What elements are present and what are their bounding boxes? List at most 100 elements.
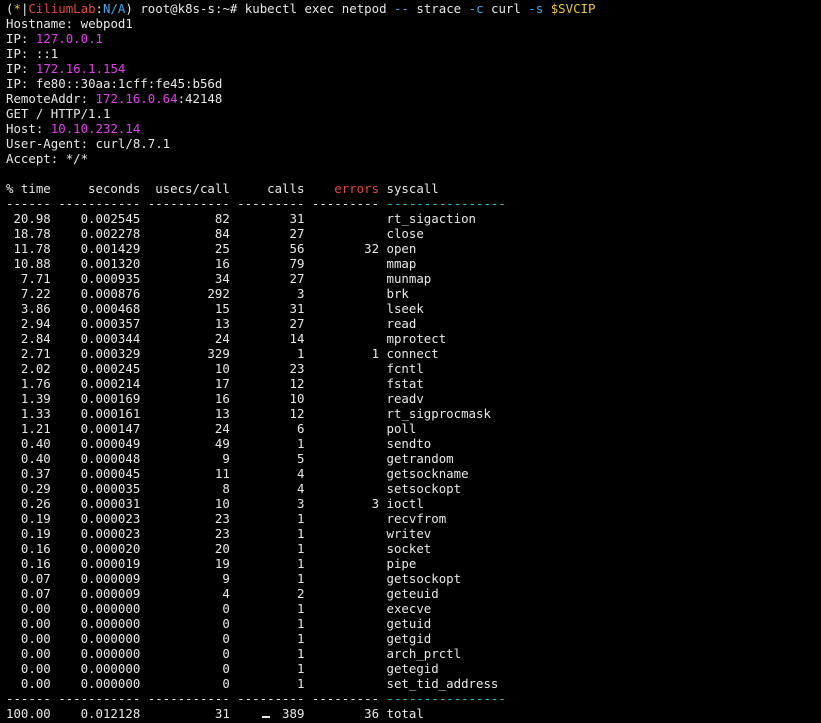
cell-errors [312, 421, 387, 436]
cell-syscall: geteuid [386, 586, 439, 601]
cell-calls: 1 [237, 526, 312, 541]
output-line: IP: 127.0.0.1 [6, 31, 821, 46]
cell-errors [312, 271, 387, 286]
cell-seconds: 0.000019 [58, 556, 148, 571]
output-label: IP: [6, 46, 29, 61]
cell-time: 100.00 [6, 706, 59, 721]
cell-time: 7.22 [6, 286, 59, 301]
cell-syscall: ioctl [386, 496, 424, 511]
cell-usecs: 0 [147, 631, 238, 646]
cell-seconds: 0.000000 [58, 601, 148, 616]
cell-seconds: 0.000035 [58, 481, 148, 496]
cell-seconds: 0.001429 [58, 241, 148, 256]
cell-calls: 1 [237, 541, 312, 556]
cell-time: 0.07 [6, 586, 59, 601]
cell-errors [312, 571, 387, 586]
command-dashdash: -- [394, 1, 409, 16]
cell-seconds: 0.000048 [58, 451, 148, 466]
output-value: 127.0.0.1 [35, 31, 103, 46]
cell-errors [312, 331, 387, 346]
cell-syscall: lseek [386, 301, 424, 316]
cell-errors [312, 601, 387, 616]
cell-usecs: 16 [147, 391, 238, 406]
command-text: curl [483, 1, 529, 16]
cell-calls: --------- [237, 691, 312, 706]
cell-syscall: getrandom [386, 451, 454, 466]
cell-syscall: syscall [386, 181, 439, 196]
cell-usecs: 329 [147, 346, 238, 361]
output-line: RemoteAddr: 172.16.0.64:42148 [6, 91, 821, 106]
table-row: 1.39 0.000169 16 10 readv [6, 391, 821, 406]
cell-seconds: seconds [58, 181, 148, 196]
terminal-window[interactable]: (*|CiliumLab:N/A) root@k8s-s:~# kubectl … [0, 0, 821, 721]
table-row: 2.02 0.000245 10 23 fcntl [6, 361, 821, 376]
cell-usecs: 15 [147, 301, 238, 316]
cell-seconds: 0.002545 [58, 211, 148, 226]
cell-syscall: connect [386, 346, 439, 361]
cell-calls: 79 [237, 256, 312, 271]
cell-seconds: 0.000000 [58, 661, 148, 676]
table-row: 0.37 0.000045 11 4 getsockname [6, 466, 821, 481]
output-value: 172.16.1.154 [35, 61, 126, 76]
cell-usecs: 34 [147, 271, 238, 286]
cell-usecs: usecs/call [147, 181, 238, 196]
cell-usecs: 25 [147, 241, 238, 256]
cell-seconds: 0.000468 [58, 301, 148, 316]
cell-time: 2.84 [6, 331, 59, 346]
cell-syscall: getgid [386, 631, 432, 646]
cell-time: 0.00 [6, 661, 59, 676]
cell-time: 1.76 [6, 376, 59, 391]
table-row: 0.00 0.000000 0 1 getegid [6, 661, 821, 676]
table-row: 7.22 0.000876 292 3 brk [6, 286, 821, 301]
cell-errors [312, 451, 387, 466]
cell-calls: 1 [237, 616, 312, 631]
cell-usecs: 20 [147, 541, 238, 556]
cell-seconds: 0.000169 [58, 391, 148, 406]
cell-calls: 27 [237, 271, 312, 286]
cell-time: 3.86 [6, 301, 59, 316]
output-line: IP: fe80::30aa:1cff:fe45:b56d [6, 76, 821, 91]
cell-errors: 36 [311, 706, 387, 721]
cell-syscall: rt_sigprocmask [386, 406, 491, 421]
cell-errors: errors [311, 181, 387, 196]
cell-time: 0.40 [6, 436, 59, 451]
cell-usecs: 0 [147, 601, 238, 616]
cell-errors [312, 256, 387, 271]
cell-time: 0.00 [6, 676, 59, 691]
cell-errors [312, 526, 387, 541]
output-value: GET / HTTP/1.1 [6, 106, 111, 121]
output-line: Host: 10.10.232.14 [6, 121, 821, 136]
cell-syscall: arch_prctl [386, 646, 462, 661]
cell-syscall: socket [386, 541, 432, 556]
cell-time: 0.37 [6, 466, 59, 481]
table-row: 0.26 0.000031 10 3 3 ioctl [6, 496, 821, 511]
cell-usecs: 9 [147, 571, 238, 586]
cell-seconds: 0.000000 [58, 676, 148, 691]
cell-calls: 5 [237, 451, 312, 466]
cell-usecs: 10 [147, 361, 238, 376]
command-text: strace [408, 1, 469, 16]
output-label: IP: [6, 76, 29, 91]
output-label: RemoteAddr: [6, 91, 89, 106]
table-row: 18.78 0.002278 84 27 close [6, 226, 821, 241]
table-row: 11.78 0.001429 25 56 32 open [6, 241, 821, 256]
cell-usecs: 4 [147, 586, 238, 601]
cell-usecs: 84 [147, 226, 238, 241]
command-flag-c: -c [468, 1, 484, 16]
output-label: User-Agent: [6, 136, 89, 151]
cell-usecs: 0 [147, 661, 238, 676]
cell-errors [312, 301, 387, 316]
cell-seconds: ----------- [58, 196, 148, 211]
cell-time: 0.00 [6, 631, 59, 646]
prompt-context: CiliumLab [28, 1, 96, 16]
table-separator: ------ ----------- ----------- ---------… [6, 691, 821, 706]
cell-usecs: 49 [147, 436, 238, 451]
table-row: 20.98 0.002545 82 31 rt_sigaction [6, 211, 821, 226]
cell-calls: 56 [237, 241, 312, 256]
cell-calls: 1 [237, 511, 312, 526]
cell-syscall: fstat [386, 376, 424, 391]
cell-errors [312, 466, 387, 481]
cell-calls: --------- [237, 196, 312, 211]
cell-time: 10.88 [6, 256, 59, 271]
